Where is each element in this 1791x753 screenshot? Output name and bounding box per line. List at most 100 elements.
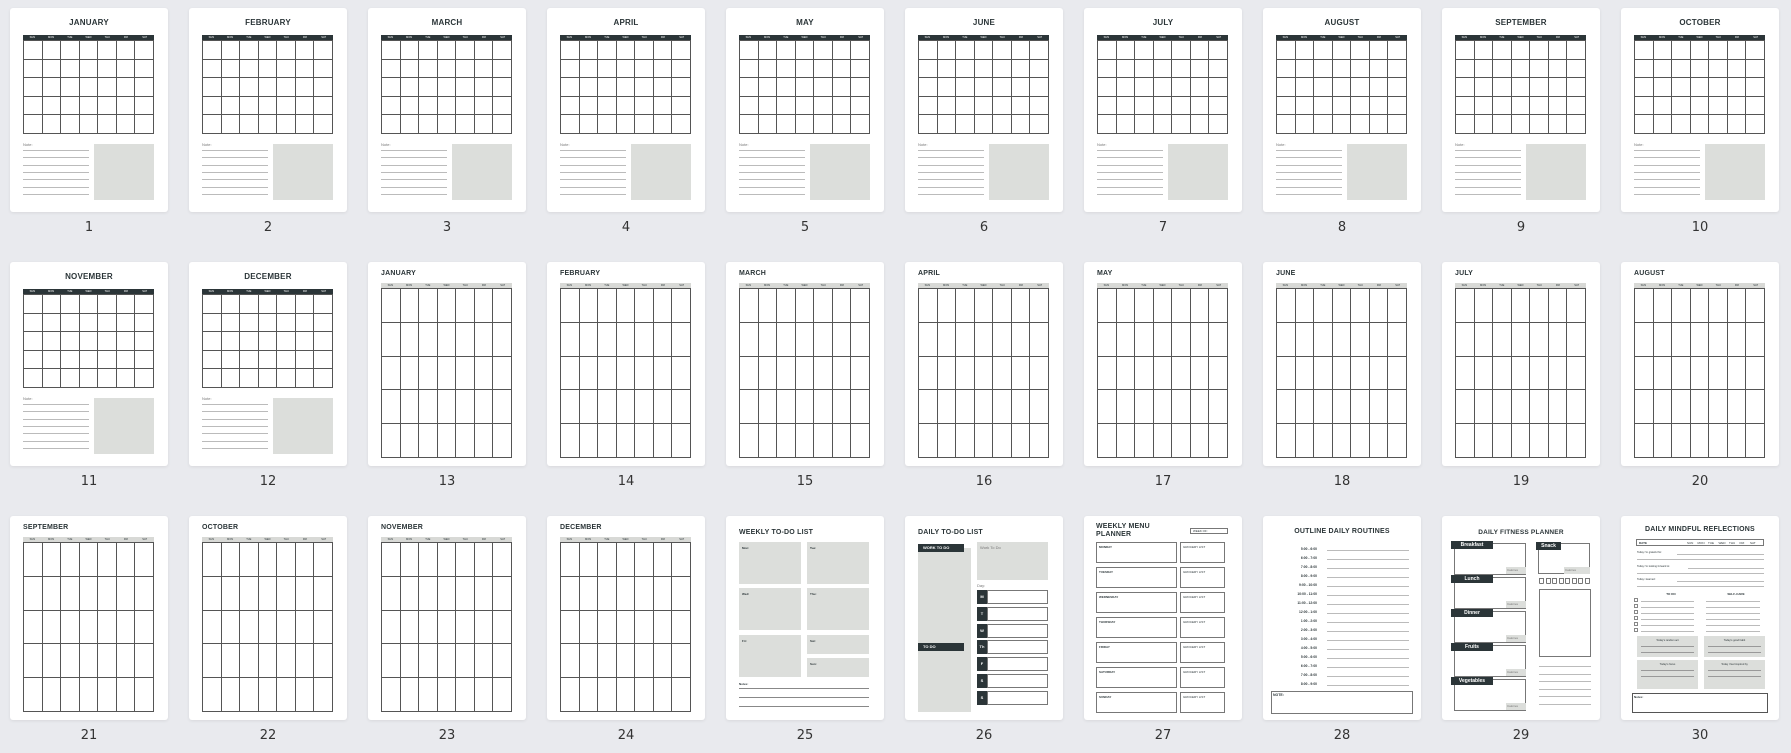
page-thumbnail[interactable]: OCTOBER SUN MON TUE WED THU FRI SAT Note: xyxy=(1621,8,1779,212)
day-cell xyxy=(561,356,580,391)
page-title: WEEKLY TO-DO LIST xyxy=(739,529,814,536)
calendar-grid xyxy=(381,288,512,458)
day-cell xyxy=(24,96,43,116)
page-thumbnail[interactable]: JUNE SUN MON TUE WED THU FRI SAT Note: xyxy=(905,8,1063,212)
day-cell xyxy=(937,356,957,391)
page-number-label: 29 xyxy=(1512,728,1530,743)
day-cell xyxy=(42,543,62,577)
page-thumbnail[interactable]: DECEMBER SUN MON TUE WED THU FRI SAT Note: xyxy=(189,262,347,466)
page-thumbnail[interactable]: AUGUST SUN MON TUE WED THU FRI SAT xyxy=(1621,262,1779,466)
day-cell xyxy=(653,41,673,60)
day-cell xyxy=(579,59,599,79)
page-thumbnail[interactable]: DAILY TO-DO LIST WORK TO DO TO DO Work To D… xyxy=(905,516,1063,720)
day-section-label: Fri: xyxy=(742,639,747,643)
page-number-label: 28 xyxy=(1333,728,1351,743)
page-thumbnail[interactable]: MAY SUN MON TUE WED THU FRI SAT Note: xyxy=(726,8,884,212)
day-cell xyxy=(1530,356,1549,391)
day-cell xyxy=(295,41,315,60)
note-line xyxy=(918,193,984,195)
day-cell xyxy=(1153,96,1173,116)
day-cell xyxy=(851,41,870,60)
page-thumbnail[interactable]: DAILY MINDFUL REFLECTIONS DATE SUN MON TUE WE… xyxy=(1621,516,1779,720)
page-thumbnail[interactable]: NOVEMBER SUN MON TUE WED THU FRI SAT xyxy=(368,516,526,720)
day-cell xyxy=(1567,78,1586,97)
day-cell xyxy=(635,322,654,357)
page-title: MAY xyxy=(796,18,814,27)
day-cell xyxy=(1277,96,1296,116)
day-cell xyxy=(974,356,994,391)
page-thumbnail[interactable]: JANUARY SUN MON TUE WED THU FRI SAT Note: xyxy=(10,8,168,212)
page-thumbnail[interactable]: NOVEMBER SUN MON TUE WED THU FRI SAT Note: xyxy=(10,262,168,466)
day-cell xyxy=(1653,115,1673,134)
prompt-line xyxy=(1637,586,1764,587)
notes-label: Note: xyxy=(202,396,212,401)
day-cell xyxy=(277,41,296,60)
page-thumbnail[interactable]: SEPTEMBER SUN MON TUE WED THU FRI SAT xyxy=(10,516,168,720)
reflection-line xyxy=(1641,676,1694,677)
page-thumbnail[interactable]: MARCH SUN MON TUE WED THU FRI SAT xyxy=(726,262,884,466)
day-cell xyxy=(79,295,99,314)
calories-field: Calories xyxy=(1506,703,1526,710)
page-thumbnail[interactable]: JUNE SUN MON TUE WED THU FRI SAT xyxy=(1263,262,1421,466)
page-thumbnail[interactable]: FEBRUARY SUN MON TUE WED THU FRI SAT Note: xyxy=(189,8,347,212)
page-thumbnail[interactable]: DECEMBER SUN MON TUE WED THU FRI SAT xyxy=(547,516,705,720)
day-cell xyxy=(419,59,438,79)
page-thumbnail[interactable]: JULY SUN MON TUE WED THU FRI SAT Note: xyxy=(1084,8,1242,212)
page-thumbnail[interactable]: SEPTEMBER SUN MON TUE WED THU FRI SAT Note: xyxy=(1442,8,1600,212)
page-thumbnail[interactable]: AUGUST SUN MON TUE WED THU FRI SAT Note: xyxy=(1263,8,1421,212)
page-title: DAILY TO-DO LIST xyxy=(918,529,983,536)
day-cell xyxy=(1172,322,1191,357)
day-cell xyxy=(240,369,259,388)
day-cell xyxy=(1098,96,1117,116)
day-cell xyxy=(437,543,457,577)
page-title: JULY xyxy=(1152,18,1174,27)
day-cell xyxy=(258,678,278,712)
day-cell xyxy=(616,610,636,645)
day-cell xyxy=(579,78,599,97)
day-cell xyxy=(1474,96,1494,116)
note-line xyxy=(23,179,89,181)
page-thumbnail[interactable]: OUTLINE DAILY ROUTINES 5:00 - 6:00 6:00 - … xyxy=(1263,516,1421,720)
day-cell xyxy=(135,543,154,577)
day-cell xyxy=(24,332,43,351)
day-cell xyxy=(79,350,99,370)
day-cell xyxy=(258,332,278,351)
menu-day-box: SATURDAY xyxy=(1096,667,1177,688)
day-cell xyxy=(314,41,333,60)
day-cell xyxy=(777,322,796,357)
day-cell xyxy=(1209,356,1228,391)
page-thumbnail[interactable]: DAILY FITNESS PLANNER Calories Breakfast Ca… xyxy=(1442,516,1600,720)
day-cell xyxy=(400,41,420,60)
prompt-line xyxy=(1677,581,1764,582)
day-cell xyxy=(1709,41,1728,60)
page-thumbnail[interactable]: FEBRUARY SUN MON TUE WED THU FRI SAT xyxy=(547,262,705,466)
page-thumbnail[interactable]: JULY SUN MON TUE WED THU FRI SAT xyxy=(1442,262,1600,466)
day-cell xyxy=(1474,356,1494,391)
page-thumbnail[interactable]: MAY SUN MON TUE WED THU FRI SAT xyxy=(1084,262,1242,466)
notes-label: Note: xyxy=(381,142,391,147)
page-thumbnail[interactable]: APRIL SUN MON TUE WED THU FRI SAT Note: xyxy=(547,8,705,212)
day-cell xyxy=(653,356,673,391)
note-line xyxy=(739,150,805,151)
day-cell xyxy=(1153,322,1173,357)
day-cell xyxy=(777,78,796,97)
day-cell xyxy=(1690,96,1710,116)
day-cell xyxy=(203,610,222,645)
calendar-grid xyxy=(918,288,1049,458)
day-cell xyxy=(579,356,599,391)
page-thumbnail[interactable]: APRIL SUN MON TUE WED THU FRI SAT xyxy=(905,262,1063,466)
day-cell xyxy=(740,424,759,458)
day-cell xyxy=(314,678,333,712)
page-thumbnail[interactable]: JANUARY SUN MON TUE WED THU FRI SAT xyxy=(368,262,526,466)
page-thumbnail[interactable]: MARCH SUN MON TUE WED THU FRI SAT Note: xyxy=(368,8,526,212)
page-thumbnail[interactable]: WEEKLY TO-DO LIST Mon: Tue: Wed: Thu: Fri: Sat… xyxy=(726,516,884,720)
day-section-label: Sat: xyxy=(810,639,816,643)
page-thumbnail[interactable]: OCTOBER SUN MON TUE WED THU FRI SAT xyxy=(189,516,347,720)
page-thumbnail[interactable]: WEEKLY MENU PLANNER WEEK OF: MONDAY GROCERY … xyxy=(1084,516,1242,720)
calories-field: Calories xyxy=(1506,635,1526,642)
day-cell xyxy=(24,369,43,388)
note-line xyxy=(1276,157,1342,159)
day-cell xyxy=(382,59,401,79)
day-cell xyxy=(1530,96,1549,116)
note-line xyxy=(1276,186,1342,188)
